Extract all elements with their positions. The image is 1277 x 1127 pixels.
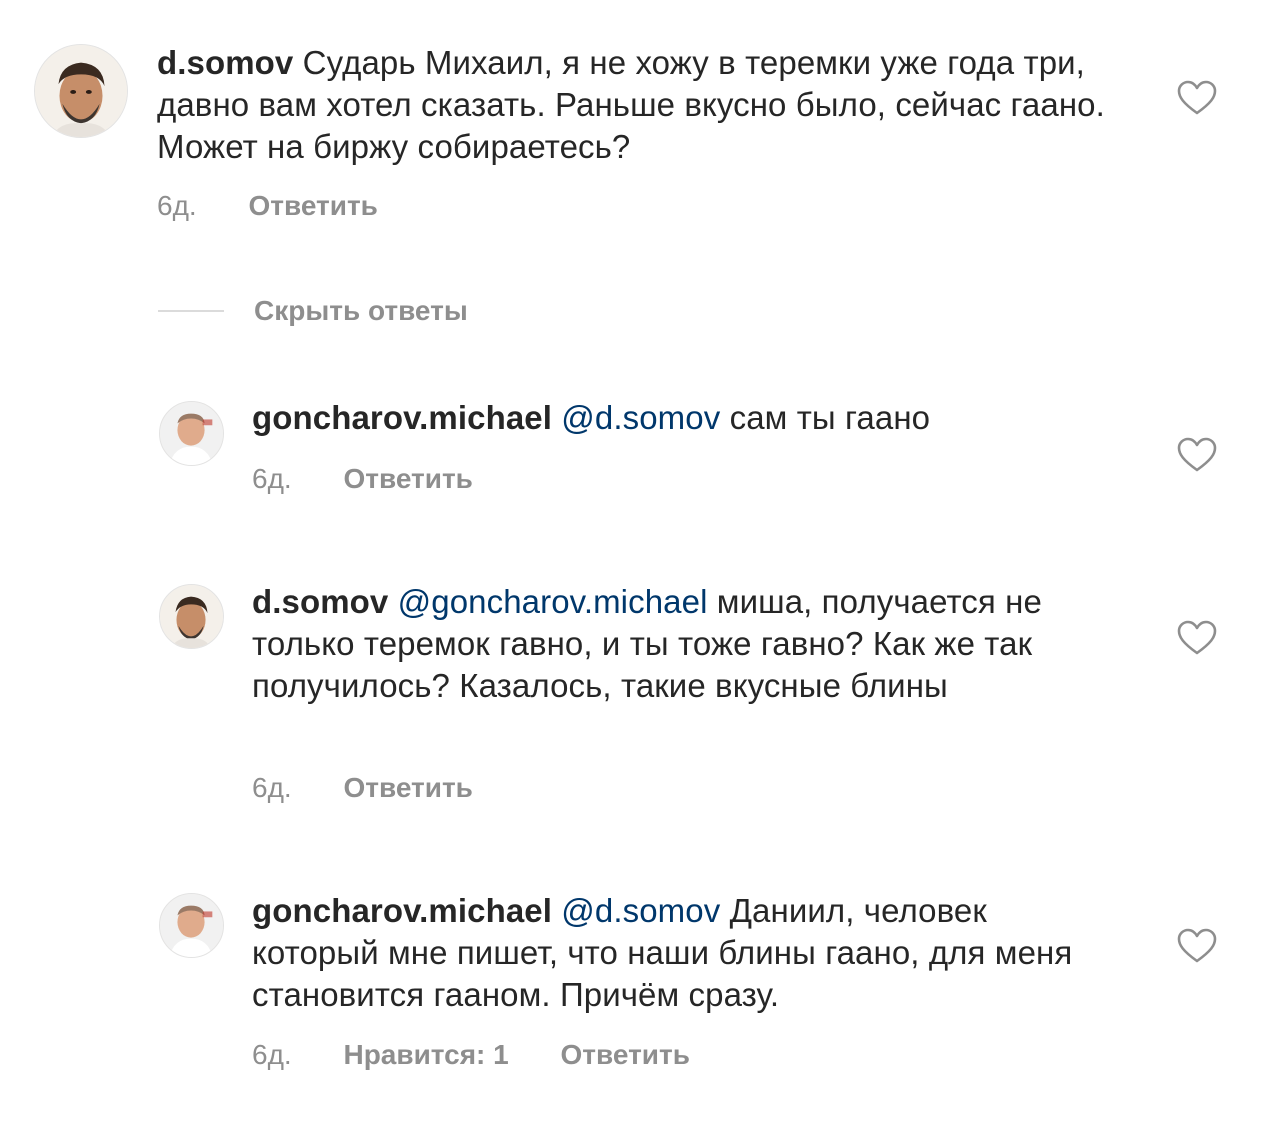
reply-item: d.somov @goncharov.michael миша, получае… [0, 565, 1277, 815]
comment-username[interactable]: d.somov [252, 583, 388, 620]
avatar[interactable] [159, 401, 224, 466]
heart-outline-icon [1177, 928, 1217, 963]
comment-timestamp[interactable]: 6д. [252, 1039, 292, 1070]
comment-text: d.somov Сударь Михаил, я не хожу в терем… [157, 42, 1117, 168]
replies-divider [158, 310, 224, 312]
avatar[interactable] [159, 893, 224, 958]
user-avatar-icon [160, 585, 223, 648]
hide-replies-button[interactable]: Скрыть ответы [254, 295, 468, 327]
reply-button[interactable]: Ответить [343, 463, 472, 494]
comment-text: goncharov.michael @d.somov сам ты гаано [252, 397, 1112, 439]
reply-item: goncharov.michael @d.somov Даниил, челов… [0, 875, 1277, 1095]
like-button[interactable] [1177, 80, 1217, 116]
comment-timestamp[interactable]: 6д. [252, 772, 292, 803]
comment-item: d.somov Сударь Михаил, я не хожу в терем… [0, 0, 1277, 240]
reply-button[interactable]: Ответить [561, 1039, 690, 1070]
replies-toggle[interactable]: Скрыть ответы [158, 292, 468, 330]
comment-text: d.somov @goncharov.michael миша, получае… [252, 581, 1112, 707]
comment-username[interactable]: goncharov.michael [252, 892, 552, 929]
heart-outline-icon [1177, 620, 1217, 655]
avatar[interactable] [159, 584, 224, 649]
likes-count-button[interactable]: Нравится: 1 [343, 1039, 508, 1070]
user-avatar-icon [160, 402, 223, 465]
comment-meta: 6д. Ответить [252, 462, 473, 496]
like-button[interactable] [1177, 437, 1217, 473]
user-avatar-icon [35, 45, 127, 137]
user-avatar-icon [160, 894, 223, 957]
comment-meta: 6д. Ответить [252, 771, 473, 805]
comment-mention[interactable]: @d.somov [561, 399, 720, 436]
reply-button[interactable]: Ответить [248, 190, 377, 221]
comment-meta: 6д. Ответить [157, 189, 378, 223]
comment-timestamp[interactable]: 6д. [252, 463, 292, 494]
comment-username[interactable]: goncharov.michael [252, 399, 552, 436]
comment-username[interactable]: d.somov [157, 44, 293, 81]
comment-mention[interactable]: @goncharov.michael [398, 583, 708, 620]
comment-meta: 6д. Нравится: 1 Ответить [252, 1038, 690, 1072]
comment-timestamp[interactable]: 6д. [157, 190, 197, 221]
heart-outline-icon [1177, 437, 1217, 472]
comment-body: сам ты гаано [729, 399, 931, 436]
comment-text: goncharov.michael @d.somov Даниил, челов… [252, 890, 1112, 1016]
like-button[interactable] [1177, 928, 1217, 964]
reply-item: goncharov.michael @d.somov сам ты гаано … [0, 380, 1277, 510]
reply-button[interactable]: Ответить [343, 772, 472, 803]
avatar[interactable] [34, 44, 128, 138]
like-button[interactable] [1177, 620, 1217, 656]
comment-body: Сударь Михаил, я не хожу в теремки уже г… [157, 44, 1105, 165]
heart-outline-icon [1177, 80, 1217, 115]
comment-mention[interactable]: @d.somov [561, 892, 720, 929]
